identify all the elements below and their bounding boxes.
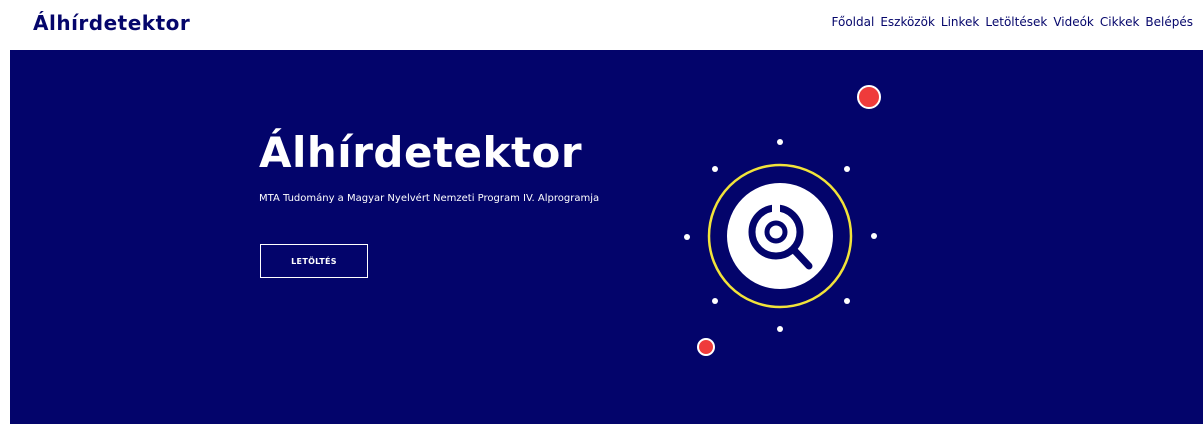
nav-item-videos[interactable]: Videók (1053, 15, 1094, 29)
nav-item-tools[interactable]: Eszközök (880, 15, 935, 29)
hero-banner: Álhírdetektor MTA Tudomány a Magyar Nyel… (10, 50, 1203, 424)
download-button[interactable]: LETÖLTÉS (260, 244, 368, 278)
top-navigation-bar: Álhírdetektor Főoldal Eszközök Linkek Le… (0, 0, 1203, 50)
nav-item-login[interactable]: Belépés (1145, 15, 1193, 29)
nav-item-articles[interactable]: Cikkek (1100, 15, 1140, 29)
hero-subtitle: MTA Tudomány a Magyar Nyelvért Nemzeti P… (259, 193, 600, 204)
nav-item-home[interactable]: Főoldal (832, 15, 875, 29)
nav-item-downloads[interactable]: Letöltések (985, 15, 1047, 29)
main-nav: Főoldal Eszközök Linkek Letöltések Videó… (832, 15, 1193, 29)
nav-item-links[interactable]: Linkek (941, 15, 979, 29)
hero-title: Álhírdetektor (259, 128, 583, 177)
site-logo-text[interactable]: Álhírdetektor (33, 11, 190, 35)
